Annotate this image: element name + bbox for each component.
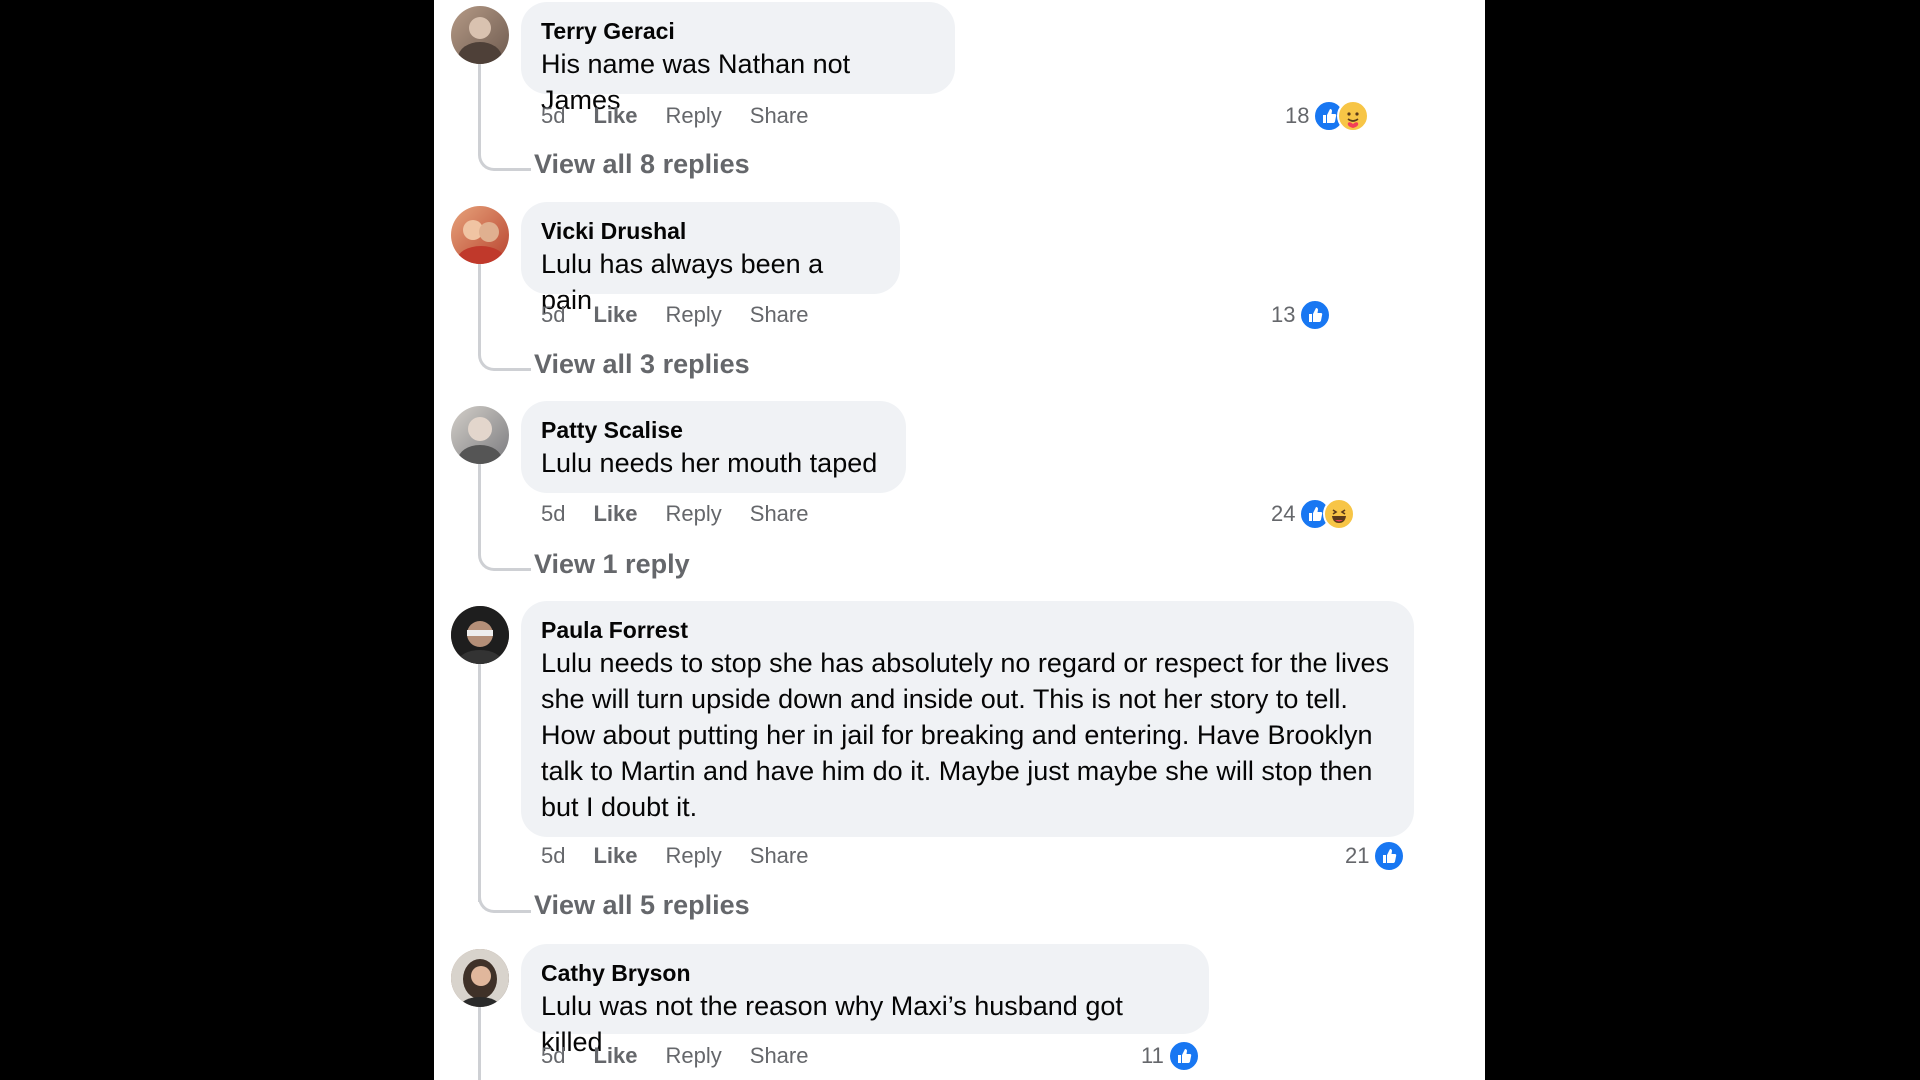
like-button[interactable]: Like <box>593 501 637 527</box>
reaction-count: 21 <box>1345 843 1370 868</box>
comment-author[interactable]: Cathy Bryson <box>541 958 1187 988</box>
laughing-emoji-icon <box>1323 498 1356 530</box>
avatar[interactable] <box>451 949 509 1007</box>
avatar[interactable] <box>451 406 509 464</box>
reaction-summary[interactable]: 13 <box>1271 298 1332 332</box>
comment-bubble: Vicki Drushal Lulu has always been a pai… <box>521 202 900 315</box>
comment-actions: 5d Like Reply Share <box>541 497 836 531</box>
comment-actions: 5d Like Reply Share <box>541 1039 836 1073</box>
thread-line <box>478 262 481 350</box>
avatar-photo <box>457 220 505 264</box>
avatar[interactable] <box>451 206 509 264</box>
avatar[interactable] <box>451 606 509 664</box>
reply-button[interactable]: Reply <box>666 1043 722 1069</box>
comment-actions: 5d Like Reply Share <box>541 298 836 332</box>
comment-author[interactable]: Vicki Drushal <box>541 216 878 246</box>
share-button[interactable]: Share <box>750 103 809 129</box>
like-button[interactable]: Like <box>593 843 637 869</box>
comment-actions: 5d Like Reply Share <box>541 839 836 873</box>
reaction-summary[interactable]: 11 <box>1141 1039 1200 1073</box>
thread-connector <box>478 890 531 913</box>
comment-bubble: Terry Geraci His name was Nathan not Jam… <box>521 2 955 115</box>
thumbs-up-icon <box>1167 1040 1200 1072</box>
comment-time[interactable]: 5d <box>541 501 565 527</box>
like-button[interactable]: Like <box>593 1043 637 1069</box>
reply-button[interactable]: Reply <box>666 302 722 328</box>
thread-connector <box>478 148 531 171</box>
reaction-count: 13 <box>1271 302 1296 327</box>
like-button[interactable]: Like <box>593 103 637 129</box>
comment-text: Lulu needs to stop she has absolutely no… <box>541 648 1390 822</box>
thumbs-up-icon <box>1299 299 1332 331</box>
reply-button[interactable]: Reply <box>666 103 722 129</box>
comment-time[interactable]: 5d <box>541 103 565 129</box>
avatar-photo <box>458 417 502 464</box>
comment-author[interactable]: Terry Geraci <box>541 16 933 46</box>
comment-time[interactable]: 5d <box>541 843 565 869</box>
comment-bubble: Patty Scalise Lulu needs her mouth taped <box>521 401 906 493</box>
view-replies-link[interactable]: View all 5 replies <box>534 890 750 921</box>
reply-button[interactable]: Reply <box>666 501 722 527</box>
comments-panel: Terry Geraci His name was Nathan not Jam… <box>434 0 1485 1080</box>
thread-line <box>478 662 481 902</box>
reaction-summary[interactable]: 18 <box>1285 99 1370 133</box>
reaction-count: 24 <box>1271 501 1296 526</box>
thread-connector <box>478 548 531 571</box>
care-emoji-icon <box>1337 100 1370 132</box>
thread-line <box>478 462 481 550</box>
like-button[interactable]: Like <box>593 302 637 328</box>
reaction-summary[interactable]: 21 <box>1345 839 1406 873</box>
avatar[interactable] <box>451 6 509 64</box>
comment-bubble: Paula Forrest Lulu needs to stop she has… <box>521 601 1414 837</box>
reply-button[interactable]: Reply <box>666 843 722 869</box>
comment-time[interactable]: 5d <box>541 302 565 328</box>
view-replies-link[interactable]: View all 3 replies <box>534 349 750 380</box>
share-button[interactable]: Share <box>750 843 809 869</box>
thread-line <box>478 62 481 150</box>
reaction-summary[interactable]: 24 <box>1271 497 1356 531</box>
reaction-count: 11 <box>1141 1043 1164 1068</box>
view-replies-link[interactable]: View 1 reply <box>534 549 690 580</box>
comment-text: Lulu needs her mouth taped <box>541 448 878 478</box>
avatar-photo <box>458 17 502 64</box>
thread-connector <box>478 348 531 371</box>
thread-line <box>478 1005 481 1080</box>
comment-bubble: Cathy Bryson Lulu was not the reason why… <box>521 944 1209 1057</box>
comment-actions: 5d Like Reply Share <box>541 99 836 133</box>
thumbs-up-icon <box>1373 840 1406 872</box>
reaction-count: 18 <box>1285 103 1310 128</box>
share-button[interactable]: Share <box>750 501 809 527</box>
comment-author[interactable]: Paula Forrest <box>541 615 1392 645</box>
comment-time[interactable]: 5d <box>541 1043 565 1069</box>
share-button[interactable]: Share <box>750 302 809 328</box>
avatar-photo <box>451 606 509 664</box>
view-replies-link[interactable]: View all 8 replies <box>534 149 750 180</box>
comment-author[interactable]: Patty Scalise <box>541 415 884 445</box>
share-button[interactable]: Share <box>750 1043 809 1069</box>
avatar-photo <box>451 949 509 1007</box>
